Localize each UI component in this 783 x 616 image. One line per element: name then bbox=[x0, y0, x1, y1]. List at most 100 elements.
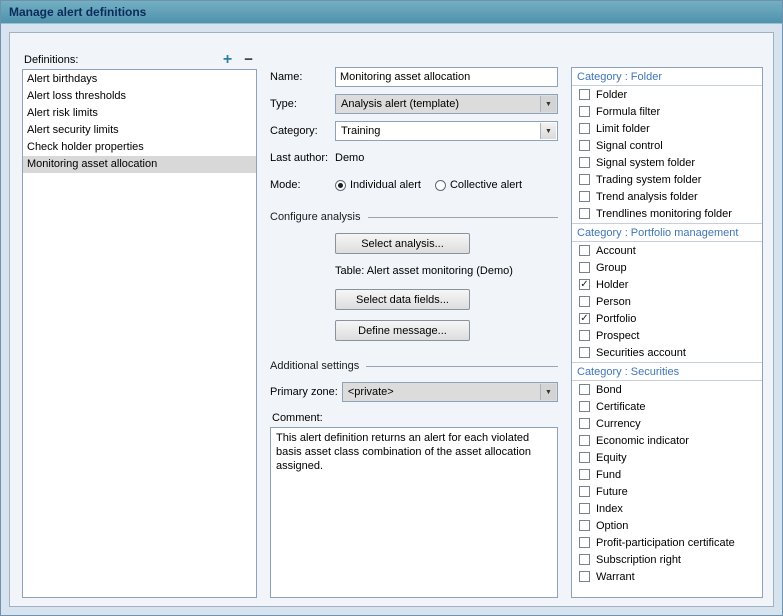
category-item-row[interactable]: Securities account bbox=[572, 344, 762, 361]
primary-zone-select[interactable]: <private> ▼ bbox=[342, 382, 558, 402]
radio-button-icon[interactable] bbox=[435, 180, 446, 191]
category-item-label: Equity bbox=[596, 452, 627, 464]
type-select[interactable]: Analysis alert (template) ▼ bbox=[335, 94, 558, 114]
category-label: Category: bbox=[270, 125, 335, 137]
name-input[interactable] bbox=[335, 67, 558, 87]
comment-textarea[interactable]: This alert definition returns an alert f… bbox=[270, 427, 558, 598]
checkbox-unchecked-icon[interactable] bbox=[579, 503, 590, 514]
category-item-row[interactable]: Bond bbox=[572, 381, 762, 398]
checkbox-unchecked-icon[interactable] bbox=[579, 208, 590, 219]
category-item-row[interactable]: Currency bbox=[572, 415, 762, 432]
checkbox-unchecked-icon[interactable] bbox=[579, 554, 590, 565]
checkbox-checked-icon[interactable]: ✓ bbox=[579, 279, 590, 290]
checkbox-unchecked-icon[interactable] bbox=[579, 537, 590, 548]
definition-list-item[interactable]: Alert security limits bbox=[23, 122, 256, 139]
checkbox-unchecked-icon[interactable] bbox=[579, 106, 590, 117]
category-item-row[interactable]: Account bbox=[572, 242, 762, 259]
category-item-row[interactable]: Group bbox=[572, 259, 762, 276]
category-item-row[interactable]: Folder bbox=[572, 86, 762, 103]
category-item-label: Currency bbox=[596, 418, 641, 430]
checkbox-unchecked-icon[interactable] bbox=[579, 347, 590, 358]
chevron-down-icon: ▼ bbox=[540, 384, 556, 400]
last-author-label: Last author: bbox=[270, 152, 335, 164]
definition-list-item[interactable]: Alert loss thresholds bbox=[23, 88, 256, 105]
category-item-row[interactable]: Index bbox=[572, 500, 762, 517]
checkbox-unchecked-icon[interactable] bbox=[579, 245, 590, 256]
category-item-row[interactable]: Trading system folder bbox=[572, 171, 762, 188]
category-panel[interactable]: Category : FolderFolderFormula filterLim… bbox=[571, 67, 763, 598]
definition-list-item[interactable]: Monitoring asset allocation bbox=[23, 156, 256, 173]
definition-list-item[interactable]: Check holder properties bbox=[23, 139, 256, 156]
category-item-row[interactable]: Trend analysis folder bbox=[572, 188, 762, 205]
category-item-row[interactable]: Economic indicator bbox=[572, 432, 762, 449]
category-row: Category: Training ▼ bbox=[270, 121, 558, 141]
add-definition-icon[interactable]: + bbox=[223, 53, 232, 66]
define-message-button[interactable]: Define message... bbox=[335, 320, 470, 341]
checkbox-unchecked-icon[interactable] bbox=[579, 89, 590, 100]
category-select-value: Training bbox=[341, 125, 380, 137]
mode-option-individual[interactable]: Individual alert bbox=[335, 179, 421, 191]
category-item-row[interactable]: Option bbox=[572, 517, 762, 534]
category-item-row[interactable]: Warrant bbox=[572, 568, 762, 585]
select-data-fields-button[interactable]: Select data fields... bbox=[335, 289, 470, 310]
checkbox-unchecked-icon[interactable] bbox=[579, 571, 590, 582]
category-item-row[interactable]: Signal control bbox=[572, 137, 762, 154]
checkbox-unchecked-icon[interactable] bbox=[579, 157, 590, 168]
chevron-glyph: ▼ bbox=[545, 389, 552, 396]
category-item-row[interactable]: Subscription right bbox=[572, 551, 762, 568]
select-analysis-button[interactable]: Select analysis... bbox=[335, 233, 470, 254]
category-item-label: Prospect bbox=[596, 330, 639, 342]
category-item-row[interactable]: Prospect bbox=[572, 327, 762, 344]
last-author-value: Demo bbox=[335, 152, 364, 164]
checkbox-unchecked-icon[interactable] bbox=[579, 486, 590, 497]
window-title: Manage alert definitions bbox=[9, 5, 146, 19]
checkbox-unchecked-icon[interactable] bbox=[579, 418, 590, 429]
category-item-row[interactable]: Signal system folder bbox=[572, 154, 762, 171]
definitions-column: Definitions: + − Alert birthdaysAlert lo… bbox=[22, 49, 257, 598]
chevron-glyph: ▼ bbox=[545, 128, 552, 135]
definitions-list[interactable]: Alert birthdaysAlert loss thresholdsAler… bbox=[22, 69, 257, 598]
checkbox-checked-icon[interactable]: ✓ bbox=[579, 313, 590, 324]
checkbox-unchecked-icon[interactable] bbox=[579, 520, 590, 531]
mode-radio-group: Individual alert Collective alert bbox=[335, 179, 558, 191]
checkbox-unchecked-icon[interactable] bbox=[579, 174, 590, 185]
category-item-row[interactable]: Certificate bbox=[572, 398, 762, 415]
category-item-row[interactable]: Fund bbox=[572, 466, 762, 483]
category-item-row[interactable]: Profit-participation certificate bbox=[572, 534, 762, 551]
category-item-label: Formula filter bbox=[596, 106, 660, 118]
category-item-row[interactable]: Trendlines monitoring folder bbox=[572, 205, 762, 222]
checkbox-unchecked-icon[interactable] bbox=[579, 140, 590, 151]
category-item-label: Certificate bbox=[596, 401, 646, 413]
category-item-row[interactable]: Future bbox=[572, 483, 762, 500]
category-item-label: Subscription right bbox=[596, 554, 681, 566]
category-item-row[interactable]: Formula filter bbox=[572, 103, 762, 120]
last-author-row: Last author: Demo bbox=[270, 148, 558, 168]
definition-list-item[interactable]: Alert risk limits bbox=[23, 105, 256, 122]
category-item-row[interactable]: Person bbox=[572, 293, 762, 310]
checkbox-unchecked-icon[interactable] bbox=[579, 330, 590, 341]
primary-zone-row: Primary zone: <private> ▼ bbox=[270, 382, 558, 402]
checkbox-unchecked-icon[interactable] bbox=[579, 384, 590, 395]
mode-option-collective[interactable]: Collective alert bbox=[435, 179, 522, 191]
checkbox-unchecked-icon[interactable] bbox=[579, 452, 590, 463]
checkbox-unchecked-icon[interactable] bbox=[579, 435, 590, 446]
definition-list-item[interactable]: Alert birthdays bbox=[23, 71, 256, 88]
category-select[interactable]: Training ▼ bbox=[335, 121, 558, 141]
checkbox-unchecked-icon[interactable] bbox=[579, 469, 590, 480]
chevron-down-icon: ▼ bbox=[540, 123, 556, 139]
category-item-row[interactable]: ✓Portfolio bbox=[572, 310, 762, 327]
remove-definition-icon[interactable]: − bbox=[244, 53, 253, 66]
checkbox-unchecked-icon[interactable] bbox=[579, 262, 590, 273]
category-item-row[interactable]: Equity bbox=[572, 449, 762, 466]
checkbox-unchecked-icon[interactable] bbox=[579, 123, 590, 134]
checkbox-unchecked-icon[interactable] bbox=[579, 296, 590, 307]
checkbox-unchecked-icon[interactable] bbox=[579, 401, 590, 412]
checkbox-unchecked-icon[interactable] bbox=[579, 191, 590, 202]
radio-button-icon[interactable] bbox=[335, 180, 346, 191]
category-item-row[interactable]: Limit folder bbox=[572, 120, 762, 137]
category-item-label: Trendlines monitoring folder bbox=[596, 208, 732, 220]
definitions-label: Definitions: bbox=[24, 54, 78, 66]
category-group-header: Category : Securities bbox=[572, 362, 762, 381]
category-item-label: Option bbox=[596, 520, 628, 532]
category-item-row[interactable]: ✓Holder bbox=[572, 276, 762, 293]
